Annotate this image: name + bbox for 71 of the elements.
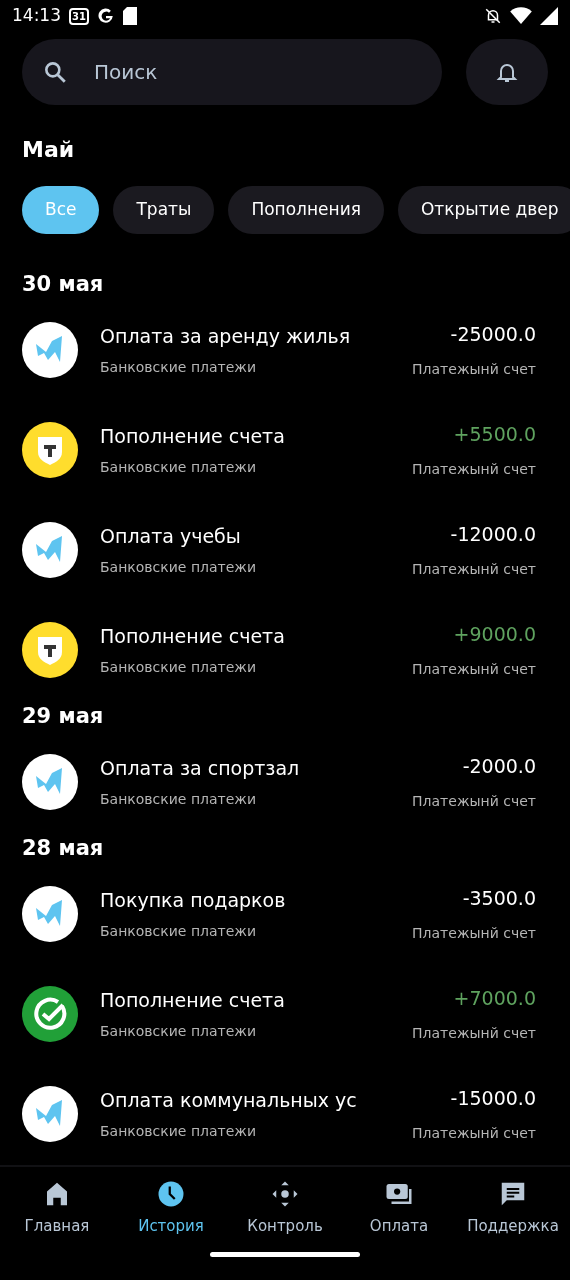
g-letter-icon: [96, 7, 115, 25]
filter-chip[interactable]: Пополнения: [228, 186, 384, 234]
transaction-row[interactable]: Пополнение счета Банковские платежи +7000.0 Платежынй счет: [0, 964, 570, 1064]
transaction-title: Оплата коммунальных ус: [100, 1088, 358, 1114]
clock-icon: [156, 1179, 186, 1209]
date-heading: 30 мая: [21, 271, 105, 298]
transaction-category: Банковские платежи: [100, 789, 258, 809]
account-name: Платежынй счет: [412, 791, 536, 811]
muted-bell-icon: [484, 7, 502, 25]
transaction-row[interactable]: Оплата коммунальных ус Банковские платежи -15000.0 Платежынй счет: [0, 1064, 570, 1164]
filter-chip[interactable]: Траты: [113, 186, 215, 234]
transaction-amount: +9000.0: [453, 622, 536, 648]
date-heading: 28 мая: [21, 835, 105, 862]
search-icon: [42, 59, 68, 85]
calendar-icon: 31: [69, 7, 89, 25]
account-name: Платежынй счет: [412, 459, 536, 479]
transaction-category: Банковские платежи: [100, 921, 258, 941]
transaction-amount: -3500.0: [462, 886, 536, 912]
transaction-category: Банковские платежи: [100, 457, 258, 477]
account-name: Платежынй счет: [412, 359, 536, 379]
transaction-row[interactable]: Пополнение счета Банковские платежи +9000.0 Платежынй счет: [0, 600, 570, 700]
transaction-title: Оплата за аренду жилья: [100, 324, 352, 350]
account-name: Платежынй счет: [412, 1023, 536, 1043]
transaction-amount: -15000.0: [450, 1086, 536, 1112]
account-name: Платежынй счет: [412, 659, 536, 679]
transaction-title: Оплата за спортзал: [100, 756, 301, 782]
account-name: Платежынй счет: [412, 559, 536, 579]
check-logo-icon: [22, 986, 78, 1042]
date-heading: 29 мая: [21, 703, 105, 730]
transaction-title: Оплата учебы: [100, 524, 242, 550]
transaction-amount: -12000.0: [450, 522, 536, 548]
transaction-amount: +5500.0: [453, 422, 536, 448]
nav-tab[interactable]: История: [114, 1179, 228, 1238]
transaction-row[interactable]: Пополнение счета Банковские платежи +5500.0 Платежынй счет: [0, 400, 570, 500]
transaction-category: Банковские платежи: [100, 1021, 258, 1041]
month-heading: Май: [21, 136, 76, 164]
signal-icon: [540, 7, 558, 25]
sd-card-icon: [122, 7, 137, 25]
transaction-row[interactable]: Оплата учебы Банковские платежи -12000.0 Платежынй счет: [0, 500, 570, 600]
search-field[interactable]: Поиск: [22, 39, 442, 105]
status-time: 14:13: [12, 4, 61, 28]
nav-tab[interactable]: Главная: [0, 1179, 114, 1238]
shield-logo-icon: [22, 622, 78, 678]
transaction-row[interactable]: Оплата за аренду жилья Банковские платежи -25000.0 Платежынй счет: [0, 300, 570, 400]
transaction-row[interactable]: Покупка подарков Банковские платежи -3500.0 Платежынй счет: [0, 864, 570, 964]
transaction-title: Пополнение счета: [100, 988, 286, 1014]
transaction-title: Пополнение счета: [100, 424, 286, 450]
lightning-logo-icon: [22, 886, 78, 942]
transaction-category: Банковские платежи: [100, 357, 258, 377]
nav-tab[interactable]: Контроль: [228, 1179, 342, 1238]
transaction-amount: -25000.0: [450, 322, 536, 348]
transaction-category: Банковские платежи: [100, 657, 258, 677]
transaction-title: Покупка подарков: [100, 888, 287, 914]
shield-logo-icon: [22, 422, 78, 478]
transaction-amount: -2000.0: [462, 754, 536, 780]
nav-tab[interactable]: Поддержка: [456, 1179, 570, 1238]
transaction-title: Пополнение счета: [100, 624, 286, 650]
transaction-category: Банковские платежи: [100, 1121, 258, 1141]
lightning-logo-icon: [22, 1086, 78, 1142]
transaction-category: Банковские платежи: [100, 557, 258, 577]
filter-chip[interactable]: Открытие двер: [397, 186, 570, 234]
lightning-logo-icon: [22, 322, 78, 378]
transaction-amount: +7000.0: [453, 986, 536, 1012]
account-name: Платежынй счет: [412, 923, 536, 943]
wifi-icon: [510, 7, 532, 25]
transaction-row[interactable]: Оплата за спортзал Банковские платежи -2000.0 Платежынй счет: [0, 732, 570, 832]
account-name: Платежынй счет: [412, 1123, 536, 1143]
lightning-logo-icon: [22, 522, 78, 578]
lightning-logo-icon: [22, 754, 78, 810]
move-icon: [270, 1179, 300, 1209]
nav-tab[interactable]: Оплата: [342, 1179, 456, 1238]
